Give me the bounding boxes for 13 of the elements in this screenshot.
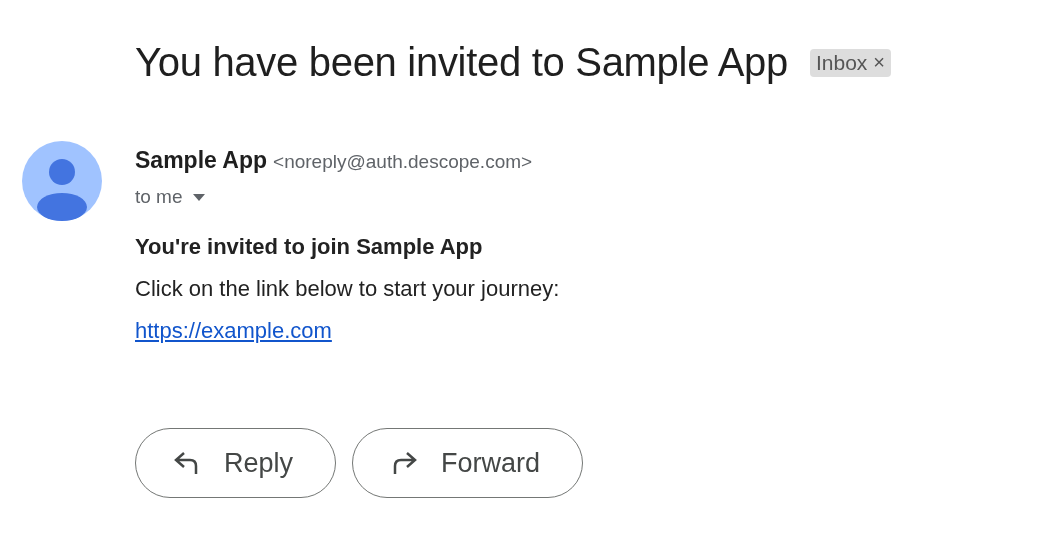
message-text: Click on the link below to start your journey: [135, 276, 560, 302]
avatar-icon [22, 141, 102, 221]
sender-name: Sample App [135, 147, 268, 174]
caret-icon [192, 193, 205, 201]
forward-button[interactable]: Forward [352, 428, 584, 498]
recipient-dropdown[interactable]: to me [135, 186, 560, 208]
sender-address: <noreply@auth.descope.com> [273, 151, 533, 173]
reply-button[interactable]: Reply [135, 428, 337, 498]
inbox-label: Inbox × [810, 48, 892, 77]
message-link[interactable]: https://example.com [135, 318, 332, 343]
email-subject: You have been invited to Sample App [135, 40, 788, 85]
remove-label-button[interactable]: × [873, 51, 886, 74]
message-heading: You're invited to join Sample App [135, 234, 484, 260]
